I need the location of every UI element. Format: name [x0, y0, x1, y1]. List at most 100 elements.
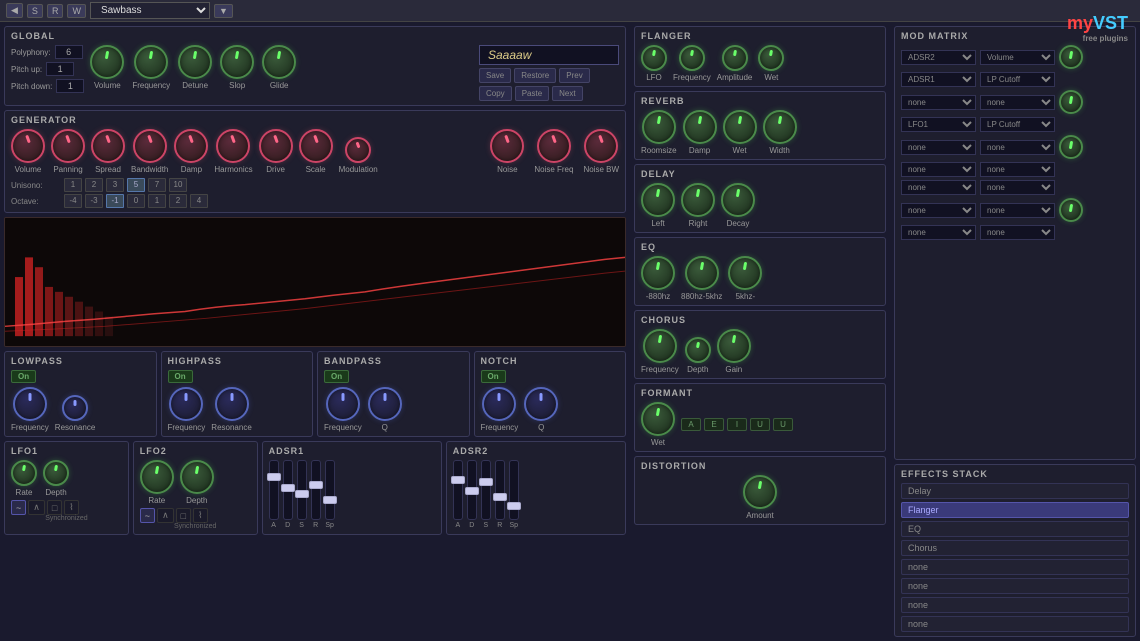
mod-knob-3[interactable]: [1059, 90, 1083, 114]
mod-src-3[interactable]: none: [901, 95, 976, 110]
detune-knob[interactable]: [178, 45, 212, 79]
btn-w[interactable]: W: [67, 4, 86, 18]
adsr2-sp-track[interactable]: [509, 460, 519, 520]
adsr2-d-thumb[interactable]: [465, 487, 479, 495]
unison-btn-5[interactable]: 5: [127, 178, 145, 192]
unison-btn-10[interactable]: 10: [169, 178, 187, 192]
next-btn[interactable]: Next: [552, 86, 582, 101]
copy-btn[interactable]: Copy: [479, 86, 512, 101]
formant-wet-knob[interactable]: [641, 402, 675, 436]
mod-dst-4[interactable]: LP Cutoff: [980, 117, 1055, 132]
formant-btn-u2[interactable]: U: [773, 418, 793, 431]
noise-freq-knob[interactable]: [537, 129, 571, 163]
octave-btn-m1[interactable]: -1: [106, 194, 124, 208]
unison-btn-2[interactable]: 2: [85, 178, 103, 192]
btn-back[interactable]: ◀: [6, 3, 23, 18]
lfo2-rate-knob[interactable]: [140, 460, 174, 494]
notch-freq-knob[interactable]: [482, 387, 516, 421]
dl-left-knob[interactable]: [641, 183, 675, 217]
polyphony-input[interactable]: [55, 45, 83, 59]
formant-btn-e[interactable]: E: [704, 418, 724, 431]
restore-btn[interactable]: Restore: [514, 68, 556, 83]
lp-res-knob[interactable]: [62, 395, 88, 421]
octave-btn-1[interactable]: 1: [148, 194, 166, 208]
octave-btn-2[interactable]: 2: [169, 194, 187, 208]
gen-harmonics-knob[interactable]: [216, 129, 250, 163]
paste-btn[interactable]: Paste: [515, 86, 549, 101]
gen-spread-knob[interactable]: [91, 129, 125, 163]
formant-btn-a[interactable]: A: [681, 418, 701, 431]
adsr1-s-thumb[interactable]: [295, 490, 309, 498]
rv-wet-knob[interactable]: [723, 110, 757, 144]
adsr2-a-thumb[interactable]: [451, 476, 465, 484]
mod-dst-1[interactable]: Volume: [980, 50, 1055, 65]
mod-dst-7[interactable]: none: [980, 180, 1055, 195]
btn-s[interactable]: S: [27, 4, 43, 18]
octave-btn-m4[interactable]: -4: [64, 194, 82, 208]
mod-src-9[interactable]: none: [901, 225, 976, 240]
effect-none-4[interactable]: none: [901, 616, 1129, 632]
adsr1-d-track[interactable]: [283, 460, 293, 520]
rv-damp-knob[interactable]: [683, 110, 717, 144]
mod-dst-3[interactable]: none: [980, 95, 1055, 110]
mod-src-1[interactable]: ADSR2: [901, 50, 976, 65]
effect-flanger[interactable]: Flanger: [901, 502, 1129, 518]
effect-delay[interactable]: Delay: [901, 483, 1129, 499]
adsr1-sp-thumb[interactable]: [323, 496, 337, 504]
mod-src-8[interactable]: none: [901, 203, 976, 218]
noise-bw-knob[interactable]: [584, 129, 618, 163]
mod-dst-8[interactable]: none: [980, 203, 1055, 218]
mod-knob-8[interactable]: [1059, 198, 1083, 222]
mod-src-4[interactable]: LFO1: [901, 117, 976, 132]
eq-high-knob[interactable]: [728, 256, 762, 290]
ch-freq-knob[interactable]: [643, 329, 677, 363]
formant-btn-u1[interactable]: U: [750, 418, 770, 431]
gen-drive-knob[interactable]: [259, 129, 293, 163]
lfo2-wave-sine[interactable]: ~: [140, 508, 155, 523]
dist-amount-knob[interactable]: [743, 475, 777, 509]
gen-panning-knob[interactable]: [51, 129, 85, 163]
fl-amp-knob[interactable]: [722, 45, 748, 71]
pitch-up-input[interactable]: [46, 62, 74, 76]
fl-freq-knob[interactable]: [679, 45, 705, 71]
lfo1-wave-sq[interactable]: □: [47, 500, 62, 515]
effect-none-1[interactable]: none: [901, 559, 1129, 575]
adsr1-s-track[interactable]: [297, 460, 307, 520]
adsr2-s-track[interactable]: [481, 460, 491, 520]
adsr2-d-track[interactable]: [467, 460, 477, 520]
slop-knob[interactable]: [220, 45, 254, 79]
hp-freq-knob[interactable]: [169, 387, 203, 421]
lfo1-wave-sine[interactable]: ~: [11, 500, 26, 515]
lfo1-wave-tri[interactable]: ∧: [28, 500, 45, 515]
ch-depth-knob[interactable]: [685, 337, 711, 363]
adsr1-sp-track[interactable]: [325, 460, 335, 520]
octave-btn-m3[interactable]: -3: [85, 194, 103, 208]
hp-res-knob[interactable]: [215, 387, 249, 421]
adsr1-d-thumb[interactable]: [281, 484, 295, 492]
effect-none-2[interactable]: none: [901, 578, 1129, 594]
adsr2-sp-thumb[interactable]: [507, 502, 521, 510]
mod-dst-5[interactable]: none: [980, 140, 1055, 155]
lfo2-depth-knob[interactable]: [180, 460, 214, 494]
frequency-knob[interactable]: [134, 45, 168, 79]
adsr1-a-track[interactable]: [269, 460, 279, 520]
adsr2-r-track[interactable]: [495, 460, 505, 520]
lowpass-on-btn[interactable]: On: [11, 370, 36, 383]
highpass-on-btn[interactable]: On: [168, 370, 193, 383]
adsr1-r-thumb[interactable]: [309, 481, 323, 489]
pitch-down-input[interactable]: [56, 79, 84, 93]
mod-dst-2[interactable]: LP Cutoff: [980, 72, 1055, 87]
mod-src-5[interactable]: none: [901, 140, 976, 155]
btn-arrow[interactable]: ▼: [214, 4, 233, 18]
bandpass-on-btn[interactable]: On: [324, 370, 349, 383]
fl-wet-knob[interactable]: [758, 45, 784, 71]
save-btn[interactable]: Save: [479, 68, 511, 83]
rv-width-knob[interactable]: [763, 110, 797, 144]
gen-volume-knob[interactable]: [11, 129, 45, 163]
dl-decay-knob[interactable]: [721, 183, 755, 217]
lfo1-wave-saw[interactable]: ⌇: [64, 500, 78, 515]
mod-dst-6[interactable]: none: [980, 162, 1055, 177]
volume-knob[interactable]: [90, 45, 124, 79]
eq-low-knob[interactable]: [641, 256, 675, 290]
mod-src-6[interactable]: none: [901, 162, 976, 177]
